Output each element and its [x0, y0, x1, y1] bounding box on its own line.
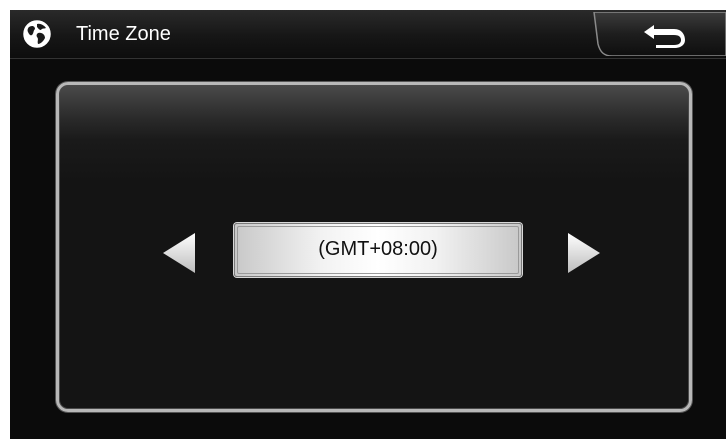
time-zone-panel: (GMT+08:00): [56, 82, 692, 412]
timezone-value-box[interactable]: (GMT+08:00): [234, 223, 522, 277]
title-bar: Time Zone: [10, 10, 726, 59]
time-zone-screen: Time Zone (GMT+08:00): [10, 10, 726, 439]
page-title: Time Zone: [76, 23, 171, 45]
triangle-right-icon: [568, 233, 600, 273]
next-timezone-button[interactable]: [566, 231, 602, 275]
back-button[interactable]: [592, 12, 726, 56]
globe-icon: [23, 20, 51, 48]
previous-timezone-button[interactable]: [161, 231, 197, 275]
timezone-value: (GMT+08:00): [318, 238, 438, 260]
triangle-left-icon: [163, 233, 195, 273]
back-arrow-icon: [644, 25, 685, 48]
